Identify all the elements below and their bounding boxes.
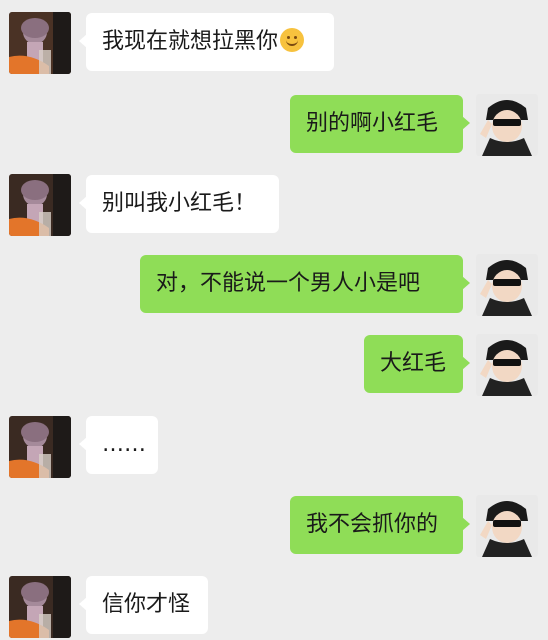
- message-bubble-incoming[interactable]: 信你才怪: [79, 576, 208, 634]
- chat-area: 我现在就想拉黑你 别的啊小红毛 别叫我小红毛！ 对，不能说一个男人小是吧 大红毛…: [0, 0, 548, 640]
- message-text: ……: [102, 432, 146, 457]
- message-text: 对，不能说一个男人小是吧: [156, 271, 421, 296]
- user-avatar[interactable]: [476, 334, 538, 396]
- contact-avatar[interactable]: [9, 416, 71, 478]
- message-bubble-outgoing[interactable]: 大红毛: [364, 335, 470, 393]
- user-avatar[interactable]: [476, 495, 538, 557]
- contact-avatar[interactable]: [9, 174, 71, 236]
- message-text: 信你才怪: [102, 592, 191, 617]
- message-bubble-incoming[interactable]: 别叫我小红毛！: [79, 175, 279, 233]
- message-bubble-outgoing[interactable]: 对，不能说一个男人小是吧: [140, 255, 470, 313]
- contact-avatar[interactable]: [9, 576, 71, 638]
- message-text: 我现在就想拉黑你: [102, 29, 279, 54]
- message-text: 大红毛: [380, 351, 447, 376]
- message-bubble-outgoing[interactable]: 我不会抓你的: [290, 496, 470, 554]
- user-avatar[interactable]: [476, 94, 538, 156]
- user-avatar[interactable]: [476, 254, 538, 316]
- message-bubble-outgoing[interactable]: 别的啊小红毛: [290, 95, 470, 153]
- message-bubble-incoming[interactable]: 我现在就想拉黑你: [79, 13, 334, 71]
- contact-avatar[interactable]: [9, 12, 71, 74]
- message-text: 我不会抓你的: [306, 512, 439, 537]
- message-text: 别叫我小红毛！: [102, 191, 257, 216]
- smile-emoji-icon: [280, 28, 305, 52]
- message-text: 别的啊小红毛: [306, 111, 439, 136]
- message-bubble-incoming[interactable]: ……: [79, 416, 158, 474]
